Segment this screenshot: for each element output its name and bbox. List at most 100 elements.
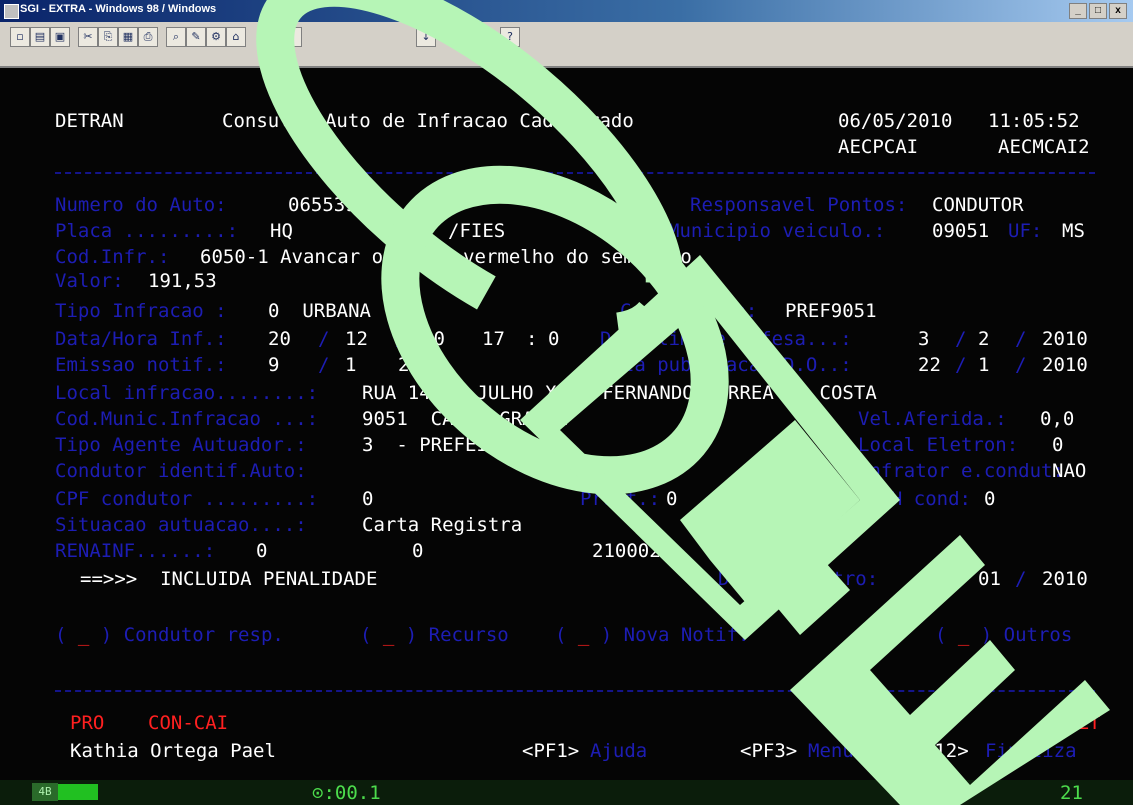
cnh-cond-value[interactable]: 0 [984, 488, 995, 510]
minimize-button[interactable]: _ [1069, 3, 1087, 19]
copy-icon[interactable]: ⎘ [98, 27, 118, 47]
send-icon[interactable]: ↑ [282, 27, 302, 47]
local-eletron-value[interactable]: 0 [1052, 434, 1063, 456]
cod-munic-value[interactable]: 9051 CAMPO GRANDE [362, 408, 568, 430]
pront-value[interactable]: 0 [666, 488, 677, 510]
pf12-key[interactable]: <PF12> [900, 740, 969, 762]
header-org: DETRAN [55, 110, 124, 132]
user-name: Kathia Ortega Pael [70, 740, 276, 762]
renainf-value-3[interactable]: 2100023 [592, 540, 672, 562]
data-defesa-month[interactable]: 2 [978, 328, 989, 350]
header-date: 06/05/2010 [838, 110, 953, 132]
new-icon[interactable]: ▫ [10, 27, 30, 47]
emissao-month[interactable]: 1 [345, 354, 356, 376]
window-titlebar[interactable]: SGI - EXTRA - Windows 98 / Windows _ □ x [0, 0, 1133, 22]
pf3-key[interactable]: <PF3> [740, 740, 797, 762]
right-code: ALT [1066, 712, 1101, 734]
save-icon[interactable]: ▣ [50, 27, 70, 47]
option-mark[interactable]: _ [383, 624, 394, 646]
paste-icon[interactable]: ▦ [118, 27, 138, 47]
data-defesa-day[interactable]: 3 [918, 328, 929, 350]
infrator-value[interactable]: NAO [1052, 460, 1086, 482]
data-cadastro-label: Data cadastro: [718, 568, 879, 590]
data-hora-min[interactable]: 0 [548, 328, 559, 350]
tipo-agente-value[interactable]: 3 - PREFEITURA [362, 434, 534, 456]
renainf-label: RENAINF......: [55, 540, 216, 562]
terminal-screen[interactable]: DETRAN Consulta Auto de Infracao Cadastr… [0, 68, 1133, 780]
data-hora-day[interactable]: 20 [268, 328, 291, 350]
option-mark[interactable]: _ [78, 624, 89, 646]
numero-auto-value[interactable]: 0655396 [288, 194, 368, 216]
edit-icon[interactable]: ✎ [186, 27, 206, 47]
open-icon[interactable]: ▤ [30, 27, 50, 47]
municipio-value[interactable]: 09051 [932, 220, 989, 242]
screen-title: Consulta Auto de Infracao Cadastrado [222, 110, 634, 132]
data-hora-hour[interactable]: 17 [482, 328, 505, 350]
municipio-label: Municipio veiculo.: [668, 220, 886, 242]
cpf-condutor-value[interactable]: 0 [362, 488, 373, 510]
toolbar: ▫ ▤ ▣ ✂ ⎘ ▦ ⎙ ⌕ ✎ ⚙ ⌂ ▭ ↑ ↓ ⌨ ? [0, 22, 1133, 68]
resp-pontos-value[interactable]: CONDUTOR [932, 194, 1024, 216]
data-cadastro-month[interactable]: 01 [978, 568, 1001, 590]
emissao-year[interactable]: 20 [398, 354, 421, 376]
uf-value[interactable]: MS [1062, 220, 1085, 242]
option-mark[interactable]: _ [578, 624, 589, 646]
option-recurso[interactable]: ( _ ) Recurso [360, 624, 509, 646]
local-infracao-value[interactable]: RUA 14 DE JULHO X AV FERNANDO CORREA DA … [362, 382, 877, 404]
window-controls: _ □ x [1069, 3, 1127, 19]
date-sep: / [955, 328, 967, 350]
valor-value[interactable]: 191,53 [148, 270, 217, 292]
option-outros[interactable]: ( _ ) Outros [935, 624, 1072, 646]
display-icon[interactable]: ▭ [262, 27, 282, 47]
close-button[interactable]: x [1109, 3, 1127, 19]
renainf-value-1[interactable]: 0 [256, 540, 267, 562]
session-timer: ⊙:00.1 [312, 782, 381, 804]
cut-icon[interactable]: ✂ [78, 27, 98, 47]
date-sep: / [1015, 328, 1027, 350]
pf12-label[interactable]: Finaliza [985, 740, 1077, 762]
date-sep: / [395, 328, 407, 350]
help-icon[interactable]: ? [500, 27, 520, 47]
app-icon[interactable] [4, 4, 19, 19]
placa-value[interactable]: HQ [270, 220, 293, 242]
data-hora-year[interactable]: 20 [422, 328, 445, 350]
pront-label: Pront.: [580, 488, 661, 510]
separator-top [55, 172, 1095, 174]
renainf-value-4: 82 [708, 540, 731, 562]
receive-icon[interactable]: ↓ [416, 27, 436, 47]
option-condutor-resp[interactable]: ( _ ) Condutor resp. [55, 624, 284, 646]
vel-aferida-value[interactable]: 0,0 [1040, 408, 1074, 430]
option-mark[interactable]: _ [958, 624, 969, 646]
placa-label: Placa .........: [55, 220, 239, 242]
resp-pontos-label: Responsavel Pontos: [690, 194, 908, 216]
keyboard-icon[interactable]: ⌨ [456, 27, 476, 47]
data-cadastro-year[interactable]: 2010 [1042, 568, 1088, 590]
tipo-infracao-value[interactable]: 0 URBANA [268, 300, 371, 322]
publicacao-month[interactable]: 1 [978, 354, 989, 376]
tipo-agente-label: Tipo Agente Autuador.: [55, 434, 307, 456]
publicacao-day[interactable]: 22 [918, 354, 941, 376]
setup-icon[interactable]: ⌂ [226, 27, 246, 47]
renainf-value-2[interactable]: 0 [412, 540, 423, 562]
pf3-label[interactable]: Menu [808, 740, 854, 762]
find-icon[interactable]: ⌕ [166, 27, 186, 47]
data-cadastro-day[interactable]: 09 [918, 568, 941, 590]
publicacao-year[interactable]: 2010 [1042, 354, 1088, 376]
print-icon[interactable]: ⎙ [138, 27, 158, 47]
cpf-condutor-label: CPF condutor .........: [55, 488, 319, 510]
data-defesa-year[interactable]: 2010 [1042, 328, 1088, 350]
status-bar: 4B ⊙:00.1 21 [0, 780, 1133, 805]
cod-infr-value[interactable]: 6050-1 Avancar o sinal vermelho do semaf… [200, 246, 692, 268]
competencia-value[interactable]: PREF9051 [785, 300, 877, 322]
pf1-key[interactable]: <PF1> [522, 740, 579, 762]
uf-label: UF: [1008, 220, 1043, 242]
situacao-value[interactable]: Carta Registra [362, 514, 522, 536]
pf1-label[interactable]: Ajuda [590, 740, 647, 762]
macro-icon[interactable]: ⚙ [206, 27, 226, 47]
emissao-label: Emissao notif.: [55, 354, 227, 376]
date-sep: / [955, 568, 967, 590]
data-hora-month[interactable]: 12 [345, 328, 368, 350]
maximize-button[interactable]: □ [1089, 3, 1107, 19]
emissao-day[interactable]: 9 [268, 354, 279, 376]
option-nova-notif[interactable]: ( _ ) Nova Notif. [555, 624, 750, 646]
